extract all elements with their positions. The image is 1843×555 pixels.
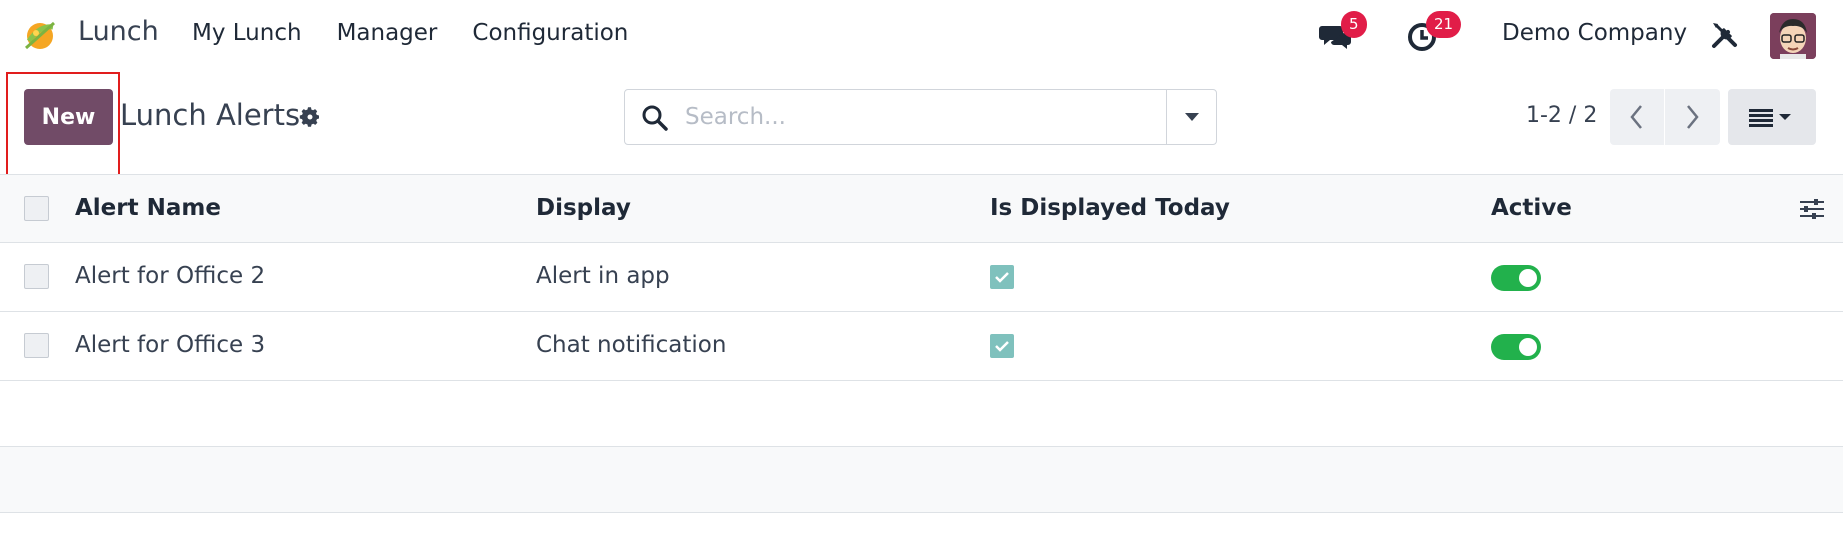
gear-icon[interactable] xyxy=(298,105,322,129)
table-row[interactable]: Alert for Office 2 Alert in app xyxy=(0,243,1843,312)
new-button[interactable]: New xyxy=(24,89,113,145)
empty-row xyxy=(0,513,1843,555)
breadcrumb-title: Lunch Alerts xyxy=(120,98,301,132)
activity-badge: 21 xyxy=(1426,11,1462,38)
company-switcher[interactable]: Demo Company xyxy=(1502,20,1687,46)
column-header-alert-name[interactable]: Alert Name xyxy=(75,195,221,221)
pager-next-button[interactable] xyxy=(1665,89,1720,145)
search-bar xyxy=(624,89,1217,145)
app-logo-icon[interactable] xyxy=(20,15,60,55)
alert-name-cell: Alert for Office 2 xyxy=(75,263,266,289)
list-view-icon xyxy=(1749,109,1791,127)
select-all-checkbox[interactable] xyxy=(24,196,49,221)
check-icon xyxy=(995,272,1009,283)
check-icon xyxy=(995,341,1009,352)
column-header-display[interactable]: Display xyxy=(536,195,631,221)
is-displayed-today-checkbox xyxy=(990,265,1014,289)
active-toggle[interactable] xyxy=(1491,334,1541,360)
top-navbar: Lunch My Lunch Manager Configuration 5 2… xyxy=(0,0,1843,70)
menu-manager[interactable]: Manager xyxy=(337,20,438,46)
user-avatar[interactable] xyxy=(1770,13,1816,59)
row-checkbox[interactable] xyxy=(24,264,49,289)
main-menu: My Lunch Manager Configuration xyxy=(192,20,663,46)
table-header: Alert Name Display Is Displayed Today Ac… xyxy=(0,174,1843,243)
search-input[interactable] xyxy=(685,100,1145,134)
app-name[interactable]: Lunch xyxy=(78,16,159,47)
chat-button[interactable]: 5 xyxy=(1318,11,1367,56)
empty-row xyxy=(0,447,1843,513)
table-row[interactable]: Alert for Office 3 Chat notification xyxy=(0,312,1843,381)
tools-icon xyxy=(1712,23,1737,48)
view-switcher[interactable] xyxy=(1728,89,1816,145)
optional-columns-icon[interactable] xyxy=(1798,195,1826,223)
search-options-toggle[interactable] xyxy=(1166,90,1216,144)
chevron-left-icon xyxy=(1630,105,1642,129)
display-cell: Alert in app xyxy=(536,263,670,289)
empty-row xyxy=(0,381,1843,447)
pager-value[interactable]: 1-2 / 2 xyxy=(1526,103,1597,128)
menu-configuration[interactable]: Configuration xyxy=(472,20,628,46)
active-toggle[interactable] xyxy=(1491,265,1541,291)
activity-button[interactable]: 21 xyxy=(1405,11,1462,56)
avatar-image xyxy=(1770,13,1816,59)
column-header-is-displayed-today[interactable]: Is Displayed Today xyxy=(990,195,1230,221)
debug-tools-button[interactable] xyxy=(1710,20,1740,50)
column-header-active[interactable]: Active xyxy=(1491,195,1572,221)
chat-badge: 5 xyxy=(1341,11,1367,38)
search-icon xyxy=(642,105,668,131)
caret-down-icon xyxy=(1185,113,1199,121)
is-displayed-today-checkbox xyxy=(990,334,1014,358)
menu-my-lunch[interactable]: My Lunch xyxy=(192,20,302,46)
chevron-right-icon xyxy=(1687,105,1699,129)
row-checkbox[interactable] xyxy=(24,333,49,358)
pager-previous-button[interactable] xyxy=(1610,89,1664,145)
alert-name-cell: Alert for Office 3 xyxy=(75,332,266,358)
display-cell: Chat notification xyxy=(536,332,727,358)
